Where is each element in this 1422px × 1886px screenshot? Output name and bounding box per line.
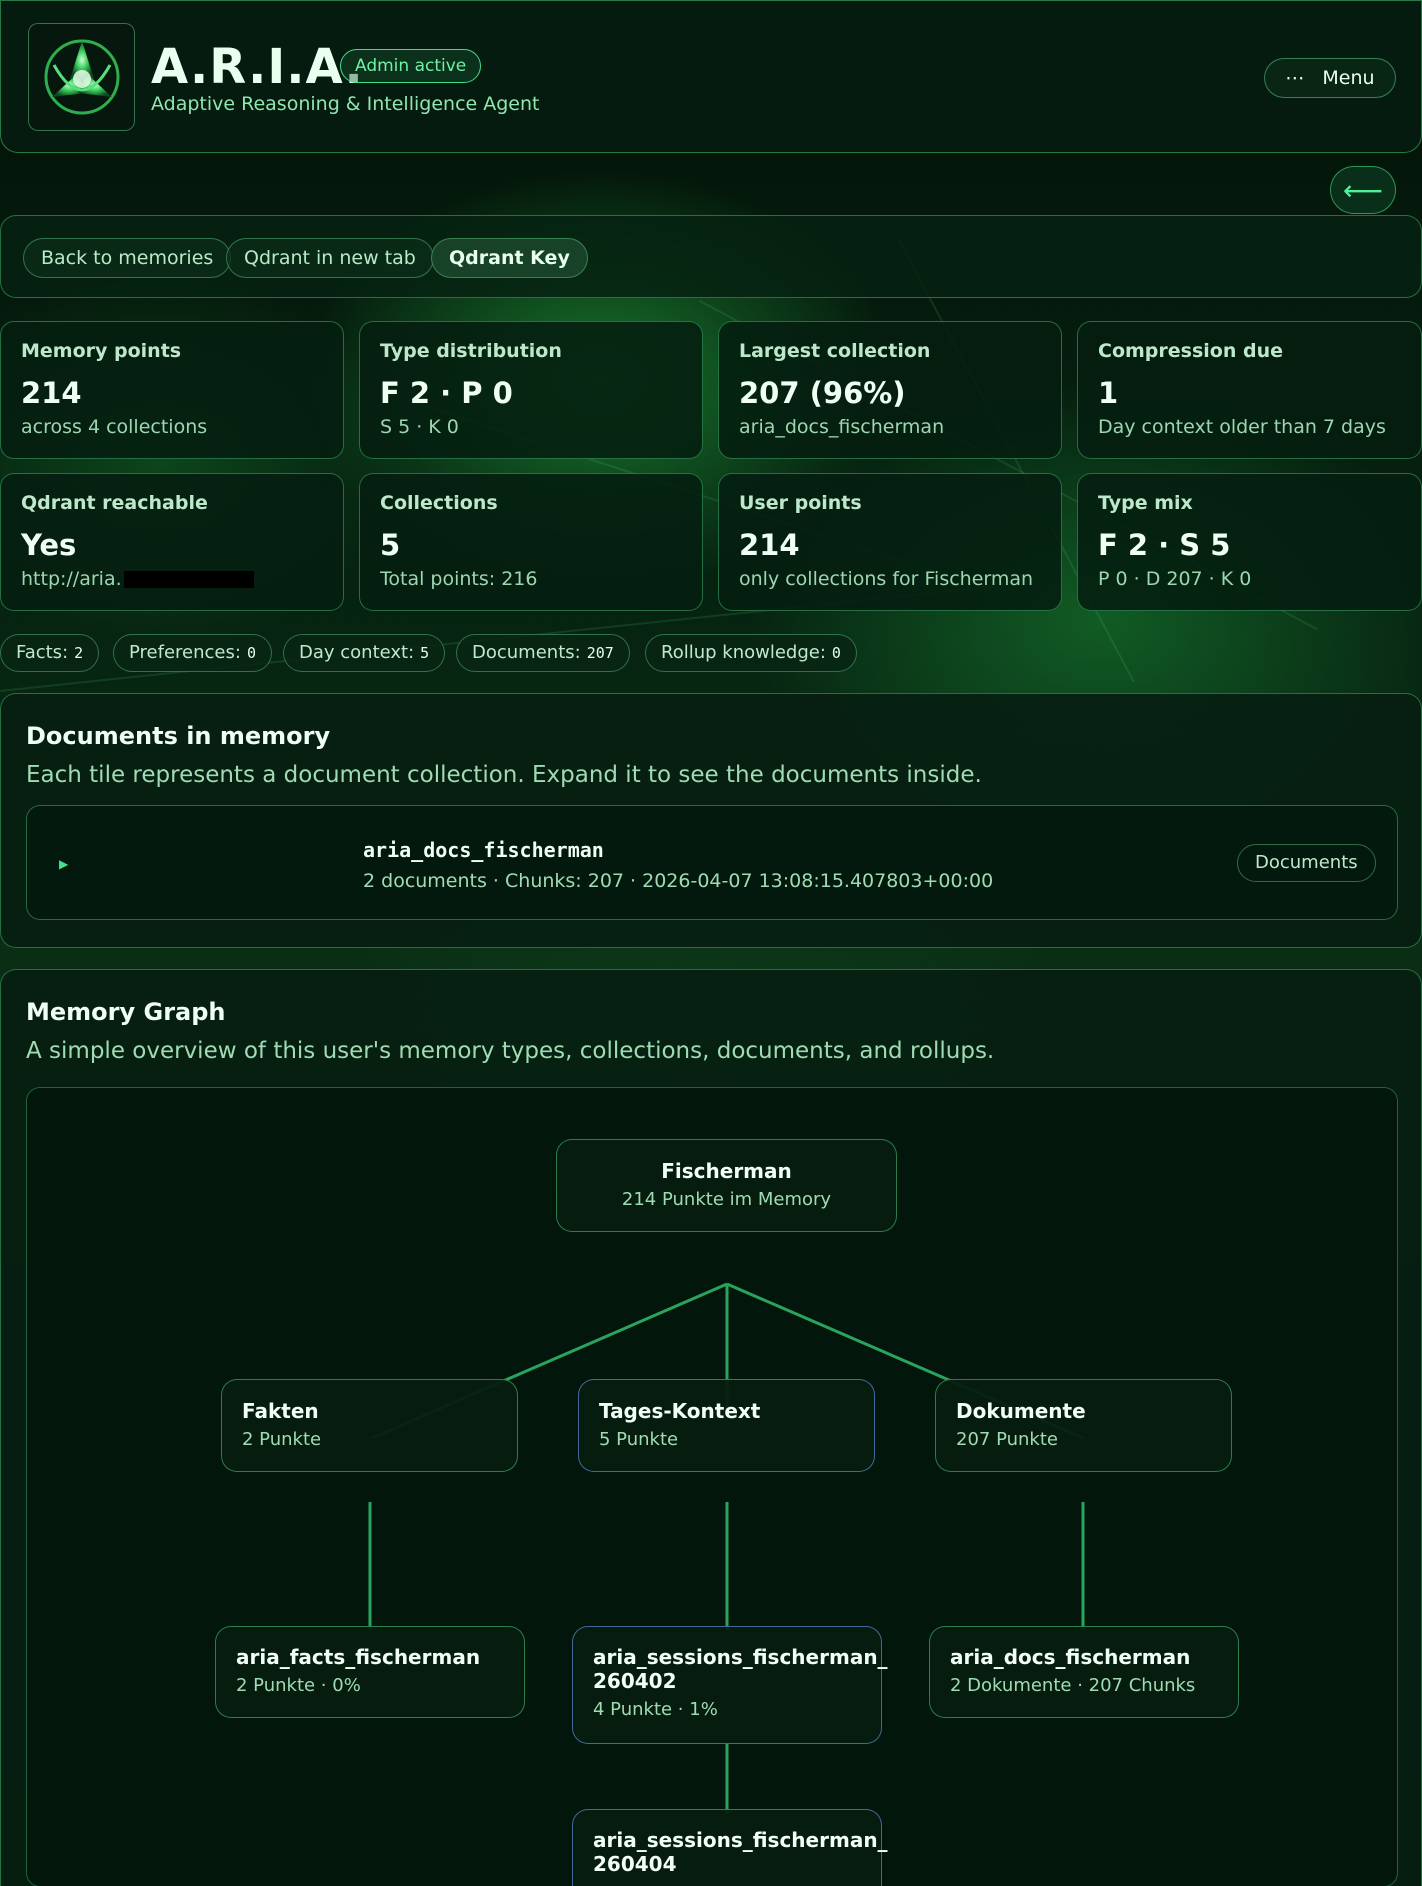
memory-graph-canvas: Fischerman 214 Punkte im Memory Fakten 2… [26, 1087, 1398, 1886]
graph-node-dokumente[interactable]: Dokumente 207 Punkte [935, 1379, 1232, 1472]
node-title: Tages-Kontext [599, 1399, 761, 1423]
stat-card-collections: Collections 5 Total points: 216 [359, 473, 703, 611]
stat-value: 207 (96%) [739, 376, 906, 410]
node-subtitle: 2 Dokumente · 207 Chunks [950, 1675, 1196, 1696]
node-title: Fischerman [661, 1159, 792, 1183]
back-to-memories-button[interactable]: Back to memories [23, 238, 232, 278]
chip-count: 2 [74, 644, 84, 662]
chip-count: 5 [420, 644, 430, 662]
stat-value: F 2 · P 0 [380, 376, 513, 410]
stat-subtext: Total points: 216 [380, 568, 538, 590]
graph-node-fakten[interactable]: Fakten 2 Punkte [221, 1379, 518, 1472]
stat-subtext: aria_docs_fischerman [739, 416, 945, 438]
stat-value: 214 [739, 528, 800, 562]
collection-meta: 2 documents · Chunks: 207 · 2026-04-07 1… [363, 870, 994, 892]
stat-label: Collections [380, 492, 498, 514]
node-title: Fakten [242, 1399, 319, 1423]
redacted-block [123, 571, 254, 588]
node-title: aria_docs_fischerman [950, 1645, 1191, 1669]
app-subtitle: Adaptive Reasoning & Intelligence Agent [151, 93, 540, 115]
chip-rollup-knowledge: Rollup knowledge: 0 [645, 634, 857, 672]
arrow-left-icon: ⟵ [1342, 173, 1384, 207]
stat-label: User points [739, 492, 862, 514]
chip-label: Documents: [472, 642, 581, 663]
stat-card-user-points: User points 214 only collections for Fis… [718, 473, 1062, 611]
stat-value: F 2 · S 5 [1098, 528, 1231, 562]
node-subtitle: 5 Punkte [599, 1429, 679, 1450]
stat-label: Largest collection [739, 340, 931, 362]
app-header: A.R.I.A. Admin active Adaptive Reasoning… [0, 0, 1422, 153]
stat-subtext: only collections for Fischerman [739, 568, 1034, 590]
aria-logo [28, 23, 135, 131]
stat-value: 1 [1098, 376, 1119, 410]
stat-label: Memory points [21, 340, 182, 362]
graph-node-sessions-collection-1[interactable]: aria_sessions_fischerman_ 260402 4 Punkt… [572, 1626, 888, 1744]
stat-value: Yes [21, 528, 77, 562]
chip-facts: Facts: 2 [0, 634, 100, 672]
more-dots-icon: ⋯ [1285, 67, 1305, 89]
memory-graph-title: Memory Graph [26, 998, 226, 1026]
chip-count: 0 [831, 644, 841, 662]
graph-node-tages-kontext[interactable]: Tages-Kontext 5 Punkte [578, 1379, 875, 1472]
stat-subtext: Day context older than 7 days [1098, 416, 1386, 438]
stat-label: Type mix [1098, 492, 1193, 514]
collection-tile[interactable]: ▶ aria_docs_fischerman 2 documents · Chu… [26, 805, 1398, 920]
chip-preferences: Preferences: 0 [113, 634, 272, 672]
chip-label: Preferences: [129, 642, 241, 663]
graph-node-docs-collection[interactable]: aria_docs_fischerman 2 Dokumente · 207 C… [929, 1626, 1239, 1718]
node-title: aria_sessions_fischerman_ 260404 [593, 1828, 888, 1876]
back-arrow-button[interactable]: ⟵ [1330, 166, 1396, 214]
stat-card-type-mix: Type mix F 2 · S 5 P 0 · D 207 · K 0 [1077, 473, 1422, 611]
node-subtitle: 2 Punkte [242, 1429, 322, 1450]
qdrant-url: http://aria. [21, 568, 122, 590]
node-title: aria_facts_fischerman [236, 1645, 481, 1669]
graph-node-facts-collection[interactable]: aria_facts_fischerman 2 Punkte · 0% [215, 1626, 525, 1718]
qdrant-key-button[interactable]: Qdrant Key [431, 238, 588, 278]
documents-panel-title: Documents in memory [26, 722, 331, 750]
documents-panel-description: Each tile represents a document collecti… [26, 762, 982, 788]
action-toolbar: Back to memories Qdrant in new tab Qdran… [0, 215, 1422, 298]
stat-value: 5 [380, 528, 401, 562]
stat-label: Compression due [1098, 340, 1283, 362]
node-subtitle: 214 Punkte im Memory [621, 1189, 832, 1210]
stat-subtext: P 0 · D 207 · K 0 [1098, 568, 1252, 590]
node-subtitle: 2 Punkte · 0% [236, 1675, 361, 1696]
admin-status-badge: Admin active [340, 49, 482, 83]
node-subtitle: 207 Punkte [956, 1429, 1058, 1450]
stat-card-qdrant-reachable: Qdrant reachable Yes http://aria. [0, 473, 344, 611]
expand-triangle-icon[interactable]: ▶ [59, 857, 68, 871]
graph-node-root[interactable]: Fischerman 214 Punkte im Memory [556, 1139, 897, 1232]
chip-documents: Documents: 207 [456, 634, 630, 672]
menu-button-label: Menu [1322, 67, 1375, 89]
stat-card-type-distribution: Type distribution F 2 · P 0 S 5 · K 0 [359, 321, 703, 459]
chip-label: Facts: [16, 642, 69, 663]
chip-label: Day context: [299, 642, 415, 663]
chip-count: 0 [246, 644, 256, 662]
stat-card-compression-due: Compression due 1 Day context older than… [1077, 321, 1422, 459]
chip-label: Rollup knowledge: [661, 642, 826, 663]
background-line [898, 240, 1135, 683]
node-subtitle: 4 Punkte · 1% [593, 1699, 718, 1720]
stat-subtext: across 4 collections [21, 416, 208, 438]
memory-graph-description: A simple overview of this user's memory … [26, 1038, 995, 1064]
stat-subtext: S 5 · K 0 [380, 416, 459, 438]
stat-value: 214 [21, 376, 82, 410]
menu-button[interactable]: ⋯ Menu [1264, 58, 1396, 98]
stat-card-memory-points: Memory points 214 across 4 collections [0, 321, 344, 459]
memory-graph-panel: Memory Graph A simple overview of this u… [0, 969, 1422, 1886]
collection-type-badge: Documents [1237, 844, 1376, 882]
app-title: A.R.I.A. [151, 39, 364, 95]
collection-name: aria_docs_fischerman [363, 838, 604, 862]
chip-day-context: Day context: 5 [283, 634, 446, 672]
stat-card-largest-collection: Largest collection 207 (96%) aria_docs_f… [718, 321, 1062, 459]
node-title: aria_sessions_fischerman_ 260402 [593, 1645, 888, 1693]
stat-label: Type distribution [380, 340, 562, 362]
qdrant-new-tab-button[interactable]: Qdrant in new tab [226, 238, 434, 278]
graph-node-sessions-collection-2[interactable]: aria_sessions_fischerman_ 260404 [572, 1809, 888, 1886]
node-title: Dokumente [956, 1399, 1086, 1423]
chip-count: 207 [586, 644, 614, 662]
stat-subtext: http://aria. [21, 568, 323, 590]
documents-panel: Documents in memory Each tile represents… [0, 693, 1422, 948]
stat-label: Qdrant reachable [21, 492, 208, 514]
